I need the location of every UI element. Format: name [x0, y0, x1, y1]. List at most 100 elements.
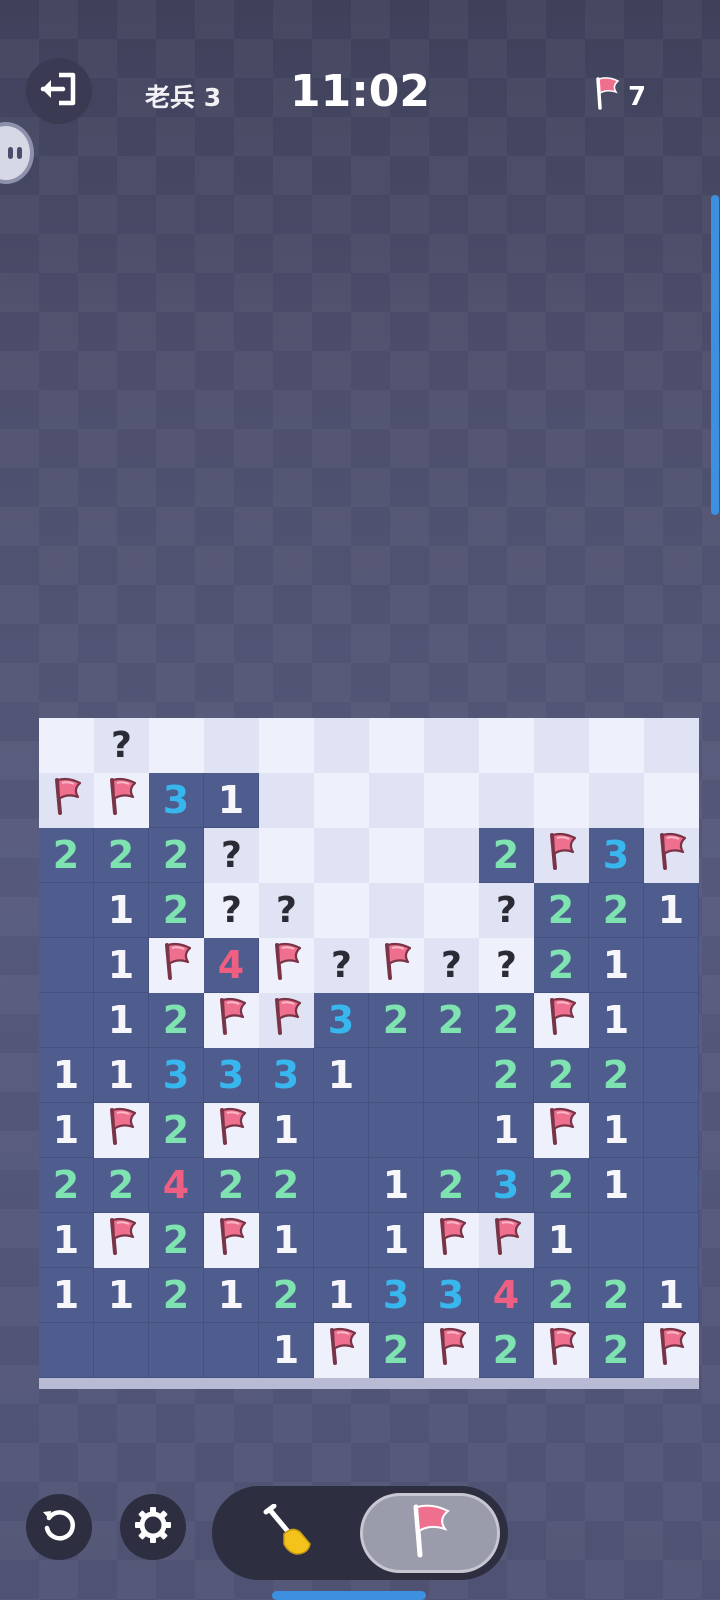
- flagged-cell[interactable]: [644, 1323, 699, 1378]
- revealed-empty-cell[interactable]: [39, 938, 94, 993]
- hidden-cell[interactable]: [314, 773, 369, 828]
- undo-button[interactable]: [26, 1494, 92, 1560]
- revealed-number-cell[interactable]: 2: [589, 1323, 644, 1378]
- flagged-cell[interactable]: [314, 1323, 369, 1378]
- revealed-number-cell[interactable]: 2: [534, 938, 589, 993]
- revealed-number-cell[interactable]: 1: [644, 883, 699, 938]
- hidden-cell[interactable]: [534, 718, 589, 773]
- revealed-empty-cell[interactable]: [369, 1048, 424, 1103]
- revealed-number-cell[interactable]: 2: [259, 1268, 314, 1323]
- revealed-number-cell[interactable]: 1: [644, 1268, 699, 1323]
- revealed-number-cell[interactable]: 3: [424, 1268, 479, 1323]
- revealed-number-cell[interactable]: 4: [204, 938, 259, 993]
- revealed-number-cell[interactable]: 2: [369, 993, 424, 1048]
- flagged-cell[interactable]: [479, 1213, 534, 1268]
- hidden-cell[interactable]: [479, 718, 534, 773]
- revealed-number-cell[interactable]: 1: [479, 1103, 534, 1158]
- revealed-number-cell[interactable]: 1: [94, 1048, 149, 1103]
- revealed-number-cell[interactable]: 1: [314, 1048, 369, 1103]
- revealed-empty-cell[interactable]: [644, 938, 699, 993]
- revealed-empty-cell[interactable]: [644, 1213, 699, 1268]
- revealed-number-cell[interactable]: 2: [369, 1323, 424, 1378]
- hidden-cell[interactable]: [314, 883, 369, 938]
- revealed-number-cell[interactable]: 1: [94, 1268, 149, 1323]
- revealed-number-cell[interactable]: 2: [479, 1323, 534, 1378]
- revealed-empty-cell[interactable]: [39, 1323, 94, 1378]
- flagged-cell[interactable]: [534, 828, 589, 883]
- revealed-number-cell[interactable]: 1: [39, 1213, 94, 1268]
- revealed-number-cell[interactable]: 2: [534, 1158, 589, 1213]
- side-chat-bubble[interactable]: [0, 122, 34, 184]
- flagged-cell[interactable]: [94, 1103, 149, 1158]
- revealed-number-cell[interactable]: 2: [94, 1158, 149, 1213]
- flagged-cell[interactable]: [94, 773, 149, 828]
- hidden-cell[interactable]: [424, 773, 479, 828]
- flagged-cell[interactable]: [644, 828, 699, 883]
- flagged-cell[interactable]: [204, 1213, 259, 1268]
- hidden-cell[interactable]: [369, 773, 424, 828]
- revealed-empty-cell[interactable]: [424, 1048, 479, 1103]
- revealed-empty-cell[interactable]: [644, 1048, 699, 1103]
- revealed-number-cell[interactable]: 1: [369, 1158, 424, 1213]
- revealed-number-cell[interactable]: 1: [259, 1103, 314, 1158]
- hidden-cell[interactable]: [314, 828, 369, 883]
- revealed-empty-cell[interactable]: [39, 883, 94, 938]
- revealed-empty-cell[interactable]: [644, 1158, 699, 1213]
- revealed-number-cell[interactable]: 1: [589, 1158, 644, 1213]
- flagged-cell[interactable]: [259, 993, 314, 1048]
- revealed-number-cell[interactable]: 1: [39, 1268, 94, 1323]
- revealed-number-cell[interactable]: 1: [94, 993, 149, 1048]
- flagged-cell[interactable]: [424, 1213, 479, 1268]
- revealed-number-cell[interactable]: 2: [479, 828, 534, 883]
- hidden-cell[interactable]: [534, 773, 589, 828]
- revealed-number-cell[interactable]: 2: [424, 993, 479, 1048]
- hidden-cell[interactable]: [369, 883, 424, 938]
- revealed-number-cell[interactable]: 2: [259, 1158, 314, 1213]
- revealed-number-cell[interactable]: 1: [589, 938, 644, 993]
- hidden-cell[interactable]: [204, 718, 259, 773]
- hidden-cell[interactable]: [369, 828, 424, 883]
- revealed-number-cell[interactable]: 4: [149, 1158, 204, 1213]
- revealed-number-cell[interactable]: 3: [369, 1268, 424, 1323]
- revealed-number-cell[interactable]: 2: [149, 883, 204, 938]
- hidden-cell[interactable]: [589, 718, 644, 773]
- revealed-empty-cell[interactable]: [644, 993, 699, 1048]
- revealed-number-cell[interactable]: 2: [149, 1103, 204, 1158]
- revealed-number-cell[interactable]: 1: [204, 773, 259, 828]
- hidden-cell[interactable]: [149, 718, 204, 773]
- flagged-cell[interactable]: [94, 1213, 149, 1268]
- revealed-number-cell[interactable]: 2: [589, 1048, 644, 1103]
- question-cell[interactable]: ?: [204, 828, 259, 883]
- hidden-cell[interactable]: [479, 773, 534, 828]
- revealed-number-cell[interactable]: 2: [589, 883, 644, 938]
- hidden-cell[interactable]: [314, 718, 369, 773]
- revealed-number-cell[interactable]: 2: [479, 993, 534, 1048]
- flagged-cell[interactable]: [424, 1323, 479, 1378]
- revealed-number-cell[interactable]: 2: [149, 1268, 204, 1323]
- revealed-empty-cell[interactable]: [314, 1158, 369, 1213]
- revealed-empty-cell[interactable]: [94, 1323, 149, 1378]
- revealed-number-cell[interactable]: 1: [369, 1213, 424, 1268]
- revealed-number-cell[interactable]: 2: [589, 1268, 644, 1323]
- revealed-number-cell[interactable]: 2: [149, 828, 204, 883]
- revealed-number-cell[interactable]: 1: [39, 1048, 94, 1103]
- revealed-number-cell[interactable]: 1: [259, 1323, 314, 1378]
- revealed-number-cell[interactable]: 2: [534, 1268, 589, 1323]
- hidden-cell[interactable]: [424, 718, 479, 773]
- revealed-number-cell[interactable]: 2: [534, 883, 589, 938]
- flagged-cell[interactable]: [39, 773, 94, 828]
- flagged-cell[interactable]: [369, 938, 424, 993]
- revealed-number-cell[interactable]: 1: [589, 1103, 644, 1158]
- revealed-number-cell[interactable]: 3: [259, 1048, 314, 1103]
- flagged-cell[interactable]: [204, 1103, 259, 1158]
- flagged-cell[interactable]: [534, 1323, 589, 1378]
- dig-tool-button[interactable]: [220, 1493, 358, 1573]
- revealed-number-cell[interactable]: 3: [149, 773, 204, 828]
- question-cell[interactable]: ?: [94, 718, 149, 773]
- revealed-number-cell[interactable]: 1: [204, 1268, 259, 1323]
- revealed-number-cell[interactable]: 1: [39, 1103, 94, 1158]
- revealed-number-cell[interactable]: 3: [314, 993, 369, 1048]
- question-cell[interactable]: ?: [204, 883, 259, 938]
- revealed-number-cell[interactable]: 2: [534, 1048, 589, 1103]
- flag-tool-button[interactable]: [360, 1493, 500, 1573]
